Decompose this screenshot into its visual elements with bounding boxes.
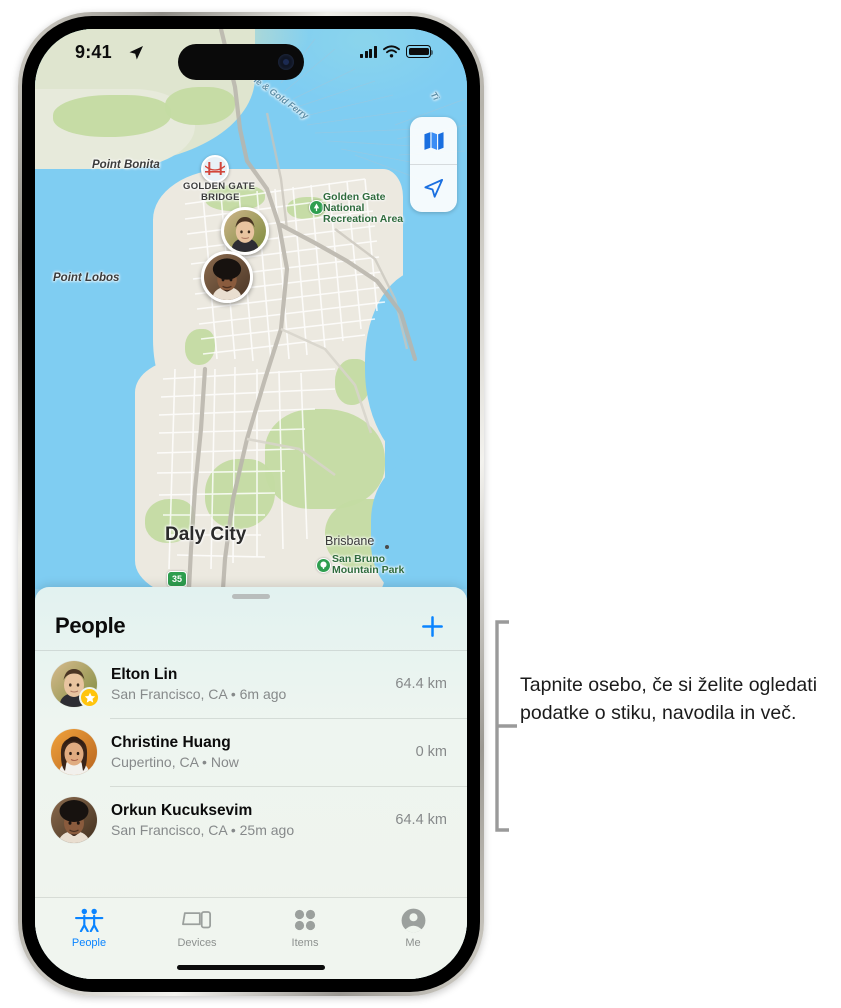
status-badge-favorite [79,687,100,708]
person-location-time: Cupertino, CA • Now [111,754,239,771]
map-dot-brisbane [385,545,389,549]
tab-me[interactable]: Me [359,907,467,949]
avatar-orkun-kucuksevim [204,254,250,300]
avatar [51,661,100,708]
map-label-golden-gate: GOLDEN GATE [183,181,256,192]
map-pin-orkun-kucuksevim[interactable] [201,251,253,303]
items-grid-icon [293,907,317,933]
map-label-bridge: BRIDGE [201,192,240,203]
list-item-elton-lin[interactable]: Elton Lin San Francisco, CA • 6m ago 64.… [35,650,467,718]
tree-icon [313,203,320,212]
sheet-grabber[interactable] [232,594,270,599]
map-label-mountain-park: Mountain Park [332,564,405,576]
map-style-button[interactable] [410,117,457,164]
list-item-text: Orkun Kucuksevim San Francisco, CA • 25m… [111,801,387,840]
avatar-orkun-kucuksevim [51,797,97,843]
status-bar: 9:41 [35,29,467,81]
front-camera-icon [278,54,294,70]
avatar [51,797,97,843]
map-pin-elton-lin[interactable] [221,207,269,255]
map-label-daly-city: Daly City [165,524,247,545]
map-label-brisbane: Brisbane [325,534,375,548]
avatar [51,729,97,775]
people-list: Elton Lin San Francisco, CA • 6m ago 64.… [35,650,467,854]
person-distance: 0 km [415,744,447,760]
tab-people[interactable]: People [35,907,143,949]
devices-icon [182,907,212,933]
person-circle-icon [401,907,426,933]
person-name: Christine Huang [111,733,231,751]
status-bar-time: 9:41 [75,42,112,62]
map-icon [423,131,444,150]
star-icon [84,692,95,703]
avatar-christine-huang [51,729,97,775]
page-title: People [55,613,126,638]
map-label-point-lobos: Point Lobos [53,272,120,284]
phone-screen: le & Gold Ferry Ti Point Bonita Point Lo… [35,29,467,979]
callout-bracket [495,620,517,832]
callout-text: Tapnite osebo, če si želite ogledati pod… [520,674,818,724]
phone-bezel: le & Gold Ferry Ti Point Bonita Point Lo… [22,16,480,992]
tab-items[interactable]: Items [251,907,359,949]
person-distance: 64.4 km [395,812,447,828]
map-pin-golden-gate-national-recreation-area[interactable] [309,200,324,215]
avatar-elton-lin [224,210,266,252]
iphone-frame: le & Gold Ferry Ti Point Bonita Point Lo… [18,12,484,996]
map-highway-shield-35: 35 [167,571,187,587]
screenshot-root: le & Gold Ferry Ti Point Bonita Point Lo… [0,0,841,1008]
people-sheet: People Elton Lin San Francisco, CA • 6m … [35,587,467,979]
tab-label: Me [405,937,421,949]
map-canvas[interactable]: le & Gold Ferry Ti Point Bonita Point Lo… [35,29,467,589]
tab-label: People [71,937,107,949]
person-name: Elton Lin [111,665,178,683]
dynamic-island [178,44,304,80]
sheet-header: People [35,603,467,649]
map-label-point-bonita: Point Bonita [92,159,160,171]
home-indicator[interactable] [177,965,325,970]
map-controls-group [410,117,457,212]
person-location-time: San Francisco, CA • 25m ago [111,822,295,839]
battery-icon [406,45,434,58]
plus-icon [421,615,443,637]
map-pin-san-bruno-mountain-park[interactable] [316,558,331,573]
list-item-text: Christine Huang Cupertino, CA • Now [111,733,408,772]
status-bar-indicators [360,45,434,58]
person-name: Orkun Kucuksevim [111,801,253,819]
location-arrow-icon [128,45,144,66]
location-arrow-icon [424,178,444,198]
list-item-christine-huang[interactable]: Christine Huang Cupertino, CA • Now 0 km [35,718,467,786]
map-label-ggnra-line3: Recreation Area [323,213,404,225]
person-distance: 64.4 km [395,676,447,692]
golden-gate-bridge-icon [205,162,225,175]
person-location-time: San Francisco, CA • 6m ago [111,686,287,703]
wifi-icon [383,45,400,58]
add-person-button[interactable] [417,611,447,641]
map-road-network [156,29,467,589]
people-icon [74,907,104,933]
cellular-bars-icon [360,45,377,58]
avatar-image-christine-huang [51,729,97,775]
tab-devices[interactable]: Devices [143,907,251,949]
tab-label: Items [291,937,319,949]
avatar-image-orkun-kucuksevim [51,797,97,843]
list-item-orkun-kucuksevim[interactable]: Orkun Kucuksevim San Francisco, CA • 25m… [35,786,467,854]
tab-label: Devices [177,937,217,949]
recenter-button[interactable] [410,165,457,212]
list-item-text: Elton Lin San Francisco, CA • 6m ago [111,665,387,704]
tree-icon [320,561,327,569]
map-pin-golden-gate-bridge[interactable] [201,155,229,183]
